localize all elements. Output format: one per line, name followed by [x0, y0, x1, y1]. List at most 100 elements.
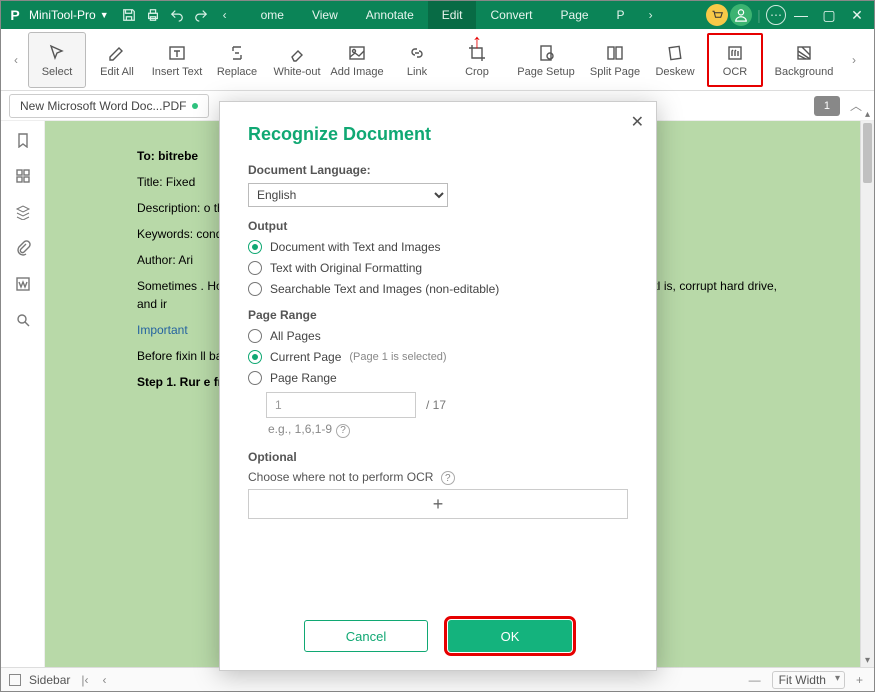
- cursor-icon: [46, 42, 68, 64]
- range-current[interactable]: Current Page(Page 1 is selected): [248, 350, 628, 364]
- text-icon: [166, 42, 188, 64]
- user-icon[interactable]: [730, 4, 752, 26]
- radio-icon: [248, 240, 262, 254]
- scroll-down-icon[interactable]: ▾: [861, 653, 874, 667]
- first-page-icon[interactable]: |‹: [78, 673, 91, 687]
- sidebar-label: Sidebar: [29, 673, 70, 687]
- sidebar-checkbox[interactable]: [9, 674, 21, 686]
- save-icon[interactable]: [119, 5, 139, 25]
- print-icon[interactable]: [143, 5, 163, 25]
- left-sidebar: [1, 121, 45, 667]
- background-icon: [793, 42, 815, 64]
- eraser-icon: [286, 42, 308, 64]
- layers-icon[interactable]: [12, 201, 34, 223]
- cancel-button[interactable]: Cancel: [304, 620, 428, 652]
- add-image-button[interactable]: Add Image: [329, 33, 385, 87]
- lang-label: Document Language:: [248, 163, 628, 177]
- radio-icon: [248, 282, 262, 296]
- range-label: Page Range: [248, 308, 628, 322]
- radio-icon: [248, 371, 262, 385]
- menu-right-icon[interactable]: ›: [641, 5, 661, 25]
- edit-toolbar: ‹ Select Edit All Insert Text Replace Wh…: [1, 29, 874, 91]
- toolbar-scroll-right[interactable]: ›: [845, 40, 863, 80]
- deskew-button[interactable]: Deskew: [647, 33, 703, 87]
- optional-text: Choose where not to perform OCR ?: [248, 470, 628, 486]
- link-button[interactable]: Link: [389, 33, 445, 87]
- cart-icon[interactable]: [706, 4, 728, 26]
- redo-icon[interactable]: [191, 5, 211, 25]
- app-logo-icon: P: [5, 5, 25, 25]
- title-bar: P MiniTool-Pro ▼ ‹ ome View Annotate Edi…: [1, 1, 874, 29]
- attachment-icon[interactable]: [12, 237, 34, 259]
- range-example: e.g., 1,6,1-9?: [268, 422, 628, 438]
- chat-icon[interactable]: ⋯: [766, 5, 786, 25]
- dialog-close-button[interactable]: ✕: [631, 112, 644, 132]
- vertical-scrollbar[interactable]: ▴ ▾: [860, 121, 874, 667]
- help-icon[interactable]: ?: [336, 424, 350, 438]
- optional-label: Optional: [248, 450, 628, 464]
- tab-more[interactable]: P: [603, 1, 639, 29]
- divider: |: [754, 5, 764, 25]
- range-all[interactable]: All Pages: [248, 329, 628, 343]
- output-opt-0[interactable]: Document with Text and Images: [248, 240, 628, 254]
- split-page-button[interactable]: Split Page: [587, 33, 643, 87]
- zoom-in-icon[interactable]: +: [853, 673, 866, 687]
- output-label: Output: [248, 219, 628, 233]
- tab-page[interactable]: Page: [547, 1, 603, 29]
- image-icon: [346, 42, 368, 64]
- tab-home[interactable]: ome: [247, 1, 298, 29]
- edit-all-button[interactable]: Edit All: [89, 33, 145, 87]
- prev-page-icon[interactable]: ‹: [100, 673, 110, 687]
- word-icon[interactable]: [12, 273, 34, 295]
- select-button[interactable]: Select: [29, 33, 85, 87]
- insert-text-button[interactable]: Insert Text: [149, 33, 205, 87]
- lang-select[interactable]: English: [248, 183, 448, 207]
- page-badge: 1: [814, 96, 840, 116]
- scrollbar-thumb[interactable]: [863, 123, 872, 183]
- scroll-up-icon[interactable]: ▴: [861, 107, 874, 121]
- bookmark-icon[interactable]: [12, 129, 34, 151]
- tab-annotate[interactable]: Annotate: [352, 1, 428, 29]
- page-total: / 17: [426, 398, 446, 412]
- page-range-input[interactable]: [266, 392, 416, 418]
- app-title: MiniTool-Pro: [29, 8, 96, 22]
- app-title-dropdown-icon[interactable]: ▼: [100, 10, 109, 20]
- edit-icon: [106, 42, 128, 64]
- zoom-select[interactable]: Fit Width: [772, 671, 845, 689]
- document-tab[interactable]: New Microsoft Word Doc...PDF: [9, 94, 209, 118]
- tab-edit[interactable]: Edit: [428, 1, 477, 29]
- replace-button[interactable]: Replace: [209, 33, 265, 87]
- minimize-button[interactable]: —: [788, 5, 814, 25]
- thumbnails-icon[interactable]: [12, 165, 34, 187]
- ocr-button[interactable]: OCR: [707, 33, 763, 87]
- replace-icon: [226, 42, 248, 64]
- recognize-document-dialog: ✕ Recognize Document Document Language: …: [219, 101, 657, 671]
- split-icon: [604, 42, 626, 64]
- radio-icon: [248, 329, 262, 343]
- crop-button[interactable]: Crop: [449, 33, 505, 87]
- undo-icon[interactable]: [167, 5, 187, 25]
- zoom-out-icon[interactable]: —: [746, 673, 764, 687]
- menu-left-icon[interactable]: ‹: [215, 5, 235, 25]
- unsaved-dot-icon: [192, 103, 198, 109]
- page-setup-button[interactable]: Page Setup: [509, 33, 583, 87]
- help-icon[interactable]: ?: [441, 471, 455, 485]
- output-opt-1[interactable]: Text with Original Formatting: [248, 261, 628, 275]
- add-region-button[interactable]: +: [248, 489, 628, 519]
- tab-view[interactable]: View: [298, 1, 352, 29]
- dialog-title: Recognize Document: [248, 124, 628, 145]
- toolbar-scroll-left[interactable]: ‹: [7, 40, 25, 80]
- maximize-button[interactable]: ▢: [816, 5, 842, 25]
- radio-icon: [248, 261, 262, 275]
- radio-icon: [248, 350, 262, 364]
- background-button[interactable]: Background: [767, 33, 841, 87]
- close-button[interactable]: ✕: [844, 5, 870, 25]
- ok-button[interactable]: OK: [448, 620, 572, 652]
- main-menu: ome View Annotate Edit Convert Page P: [247, 1, 639, 29]
- search-icon[interactable]: [12, 309, 34, 331]
- white-out-button[interactable]: White-out: [269, 33, 325, 87]
- tab-convert[interactable]: Convert: [476, 1, 546, 29]
- output-opt-2[interactable]: Searchable Text and Images (non-editable…: [248, 282, 628, 296]
- page-setup-icon: [535, 42, 557, 64]
- range-custom[interactable]: Page Range: [248, 371, 628, 385]
